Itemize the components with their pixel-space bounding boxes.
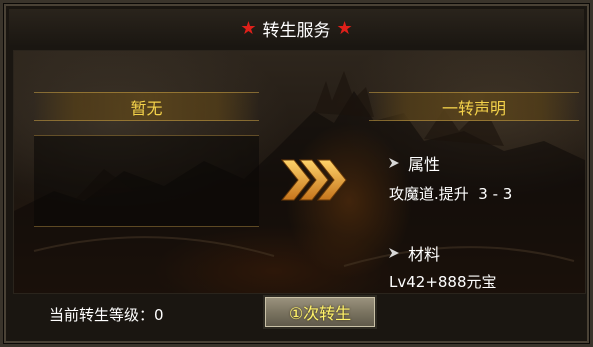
current-state-slot [34, 135, 259, 227]
materials-value: Lv42+888元宝 [389, 273, 497, 291]
next-state-plate: 一转声明 [369, 92, 579, 121]
triangle-bullet-icon [389, 248, 399, 258]
rebirth-button[interactable]: ①次转生 [263, 295, 377, 329]
materials-heading-label: 材料 [408, 245, 441, 264]
attributes-heading: 属性 [388, 151, 440, 175]
current-state-label: 暂无 [130, 98, 163, 118]
materials-heading: 材料 [388, 241, 440, 265]
current-rebirth-level: 当前转生等级：0 [49, 306, 164, 324]
attributes-heading-label: 属性 [408, 155, 441, 174]
rebirth-button-label: ①次转生 [288, 304, 352, 323]
triple-chevron-right-icon [280, 159, 347, 201]
star-icon-left: ★ [240, 17, 257, 39]
rebirth-service-panel: ★ 转生服务 ★ 暂无 一转声明 属性 攻魔道.提升 3 - 3 材料 Lv42… [0, 0, 593, 347]
attributes-value: 攻魔道.提升 3 - 3 [389, 185, 513, 203]
current-state-plate: 暂无 [34, 92, 259, 121]
panel-title: 转生服务 [262, 20, 331, 41]
star-icon-right: ★ [336, 17, 353, 39]
triangle-bullet-icon [389, 158, 399, 168]
title-bar: ★ 转生服务 ★ [9, 9, 584, 47]
next-state-label: 一转声明 [441, 98, 506, 118]
